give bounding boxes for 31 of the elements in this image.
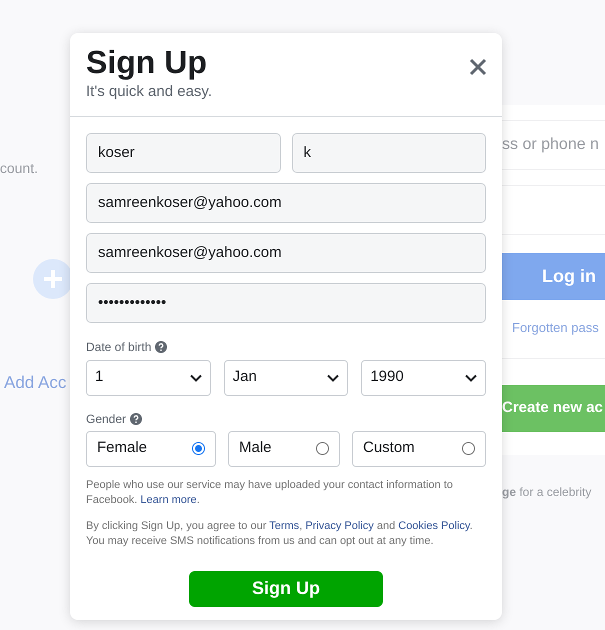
- dialog-subtitle: It's quick and easy.: [86, 82, 212, 102]
- terms-text: By clicking Sign Up, you agree to our Terms, Privacy Policy and Cookies Policy. You may receive SMS notifications from us and can opt out at any time.: [86, 518, 474, 548]
- gender-option[interactable]: Female: [86, 430, 216, 466]
- gender-option[interactable]: Male: [228, 430, 340, 466]
- text-field[interactable]: •••••••••••••: [86, 282, 486, 322]
- select-field[interactable]: 1990: [361, 360, 486, 396]
- radio-button[interactable]: [316, 442, 329, 455]
- radio-button[interactable]: [192, 442, 205, 455]
- caption-text: count.: [0, 159, 38, 178]
- name-field[interactable]: k: [292, 132, 486, 172]
- help-icon[interactable]: [130, 412, 142, 424]
- gender-option[interactable]: Custom: [352, 430, 486, 466]
- footer-text: ge for a celebrity: [502, 484, 592, 501]
- select-field[interactable]: 1: [86, 360, 211, 396]
- link[interactable]: Privacy Policy: [305, 520, 374, 532]
- link[interactable]: Cookies Policy: [398, 520, 470, 532]
- link[interactable]: Terms: [269, 520, 300, 532]
- contact-notice-text: People who use our service may have uploaded your contact information to Facebook. Learn more.: [86, 478, 454, 508]
- text-field[interactable]: samreenkoser@yahoo.com: [86, 232, 486, 272]
- gender-label: Gender: [86, 410, 126, 428]
- chevron-down-icon: [190, 374, 202, 382]
- select-field[interactable]: Jan: [224, 360, 348, 396]
- dialog-title: Sign Up: [86, 43, 208, 81]
- radio-button[interactable]: [462, 442, 475, 455]
- name-field[interactable]: koser: [86, 132, 280, 172]
- text-field[interactable]: samreenkoser@yahoo.com: [86, 182, 486, 222]
- link[interactable]: Learn more: [140, 494, 197, 506]
- chevron-down-icon: [465, 374, 478, 382]
- date-of-birth-label: Date of birth: [86, 338, 152, 356]
- help-icon[interactable]: [155, 340, 168, 352]
- chevron-down-icon: [327, 374, 340, 382]
